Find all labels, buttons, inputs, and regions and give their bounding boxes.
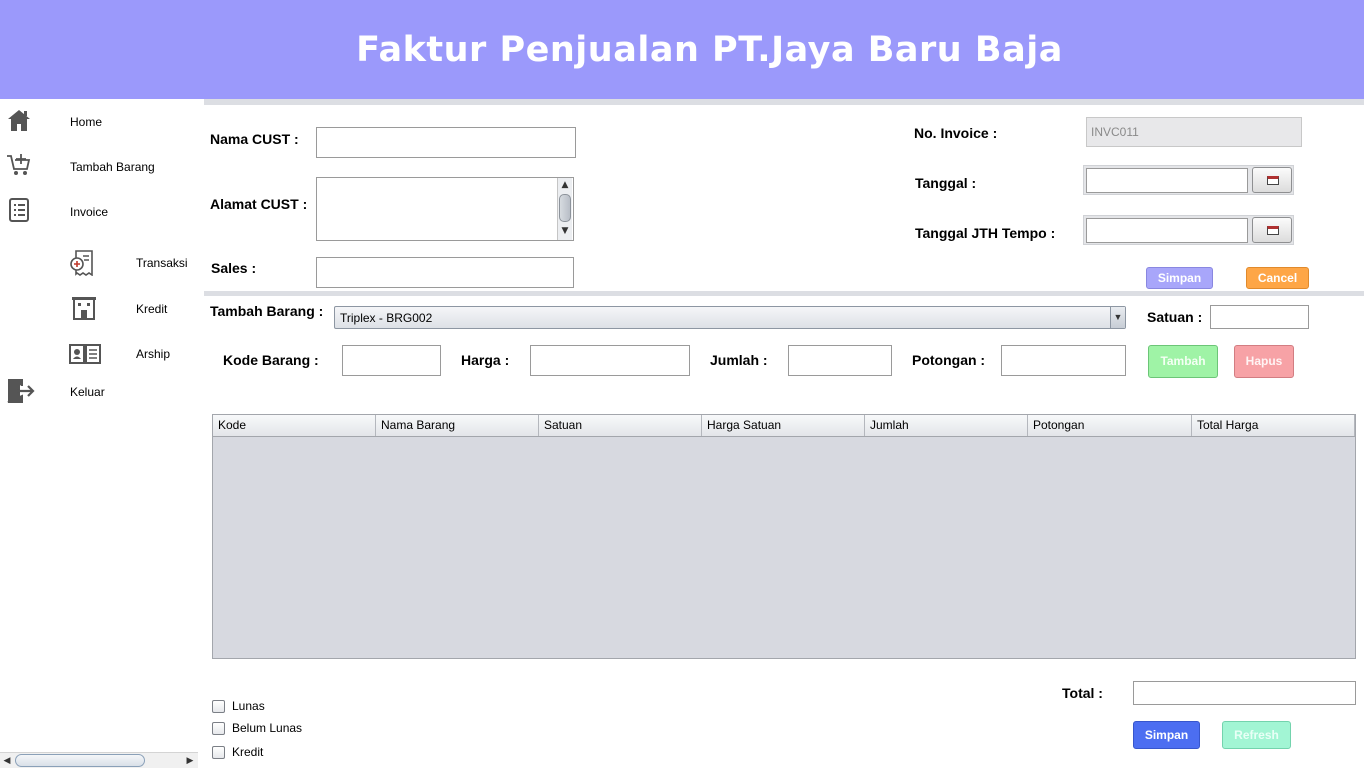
sidebar-item-label: Home <box>70 115 103 129</box>
total-field[interactable] <box>1133 681 1356 705</box>
sidebar-item-arship[interactable]: Arship <box>60 339 200 369</box>
sidebar-item-invoice[interactable]: Invoice <box>0 195 200 225</box>
table-header: Kode Nama Barang Satuan Harga Satuan Jum… <box>213 415 1355 437</box>
sidebar: Home Tambah Barang Invoice Transaksi Kre… <box>0 99 204 768</box>
sidebar-item-label: Tambah Barang <box>70 160 155 174</box>
column-header-harga-satuan[interactable]: Harga Satuan <box>702 415 865 436</box>
tanggal-jth-tempo-calendar-button[interactable] <box>1252 217 1292 243</box>
hapus-button[interactable]: Hapus <box>1234 345 1294 378</box>
sidebar-item-label: Transaksi <box>136 256 188 270</box>
no-invoice-label: No. Invoice : <box>914 125 998 141</box>
belum-lunas-checkbox-label: Belum Lunas <box>232 721 303 735</box>
sidebar-item-label: Keluar <box>70 385 105 399</box>
column-header-satuan[interactable]: Satuan <box>539 415 702 436</box>
sidebar-item-transaksi[interactable]: Transaksi <box>60 248 200 280</box>
middle-separator <box>204 291 1364 296</box>
scroll-right-icon[interactable]: ▶ <box>183 754 197 768</box>
total-label: Total : <box>1062 685 1103 701</box>
items-table[interactable]: Kode Nama Barang Satuan Harga Satuan Jum… <box>212 414 1356 659</box>
jumlah-label: Jumlah : <box>710 352 768 368</box>
kode-barang-label: Kode Barang : <box>223 352 319 368</box>
scroll-down-icon[interactable]: ▼ <box>558 225 572 238</box>
satuan-field[interactable] <box>1210 305 1309 329</box>
sidebar-item-keluar[interactable]: Keluar <box>0 377 200 407</box>
sidebar-item-label: Kredit <box>136 302 168 316</box>
cancel-button[interactable]: Cancel <box>1246 267 1309 289</box>
nama-cust-field[interactable] <box>316 127 576 158</box>
page-title: Faktur Penjualan PT.Jaya Baru Baja <box>356 30 1063 70</box>
building-icon <box>72 297 96 320</box>
sidebar-item-label: Arship <box>136 347 171 361</box>
sales-field[interactable] <box>316 257 574 288</box>
no-invoice-field <box>1086 117 1302 147</box>
tanggal-jth-tempo-field[interactable] <box>1086 218 1248 243</box>
alamat-cust-field[interactable] <box>316 177 574 241</box>
logout-icon <box>7 379 35 403</box>
checkbox-box[interactable] <box>212 722 225 735</box>
jumlah-field[interactable] <box>788 345 892 376</box>
kode-barang-field[interactable] <box>342 345 441 376</box>
chevron-down-icon: ▼ <box>1110 307 1125 328</box>
refresh-button[interactable]: Refresh <box>1222 721 1291 749</box>
nama-cust-label: Nama CUST : <box>210 131 299 147</box>
harga-field[interactable] <box>530 345 690 376</box>
cart-plus-icon <box>7 154 31 175</box>
receipt-icon <box>70 250 93 276</box>
sales-label: Sales : <box>211 260 257 276</box>
app-header: Faktur Penjualan PT.Jaya Baru Baja <box>0 0 1364 99</box>
sidebar-horizontal-scrollbar[interactable]: ◀ ▶ <box>0 752 198 768</box>
tanggal-label: Tanggal : <box>915 175 977 191</box>
scrollbar-thumb[interactable] <box>15 754 145 767</box>
tambah-barang-select[interactable]: Triplex - BRG002 ▼ <box>334 306 1126 329</box>
calendar-icon <box>1267 226 1279 235</box>
satuan-label: Satuan : <box>1147 309 1203 325</box>
calendar-icon <box>1267 176 1279 185</box>
scroll-up-icon[interactable]: ▲ <box>558 179 572 192</box>
column-header-total-harga[interactable]: Total Harga <box>1192 415 1355 436</box>
checkbox-box[interactable] <box>212 700 225 713</box>
tambah-barang-label: Tambah Barang : <box>210 303 324 319</box>
scrollbar-thumb[interactable] <box>559 194 571 222</box>
tambah-barang-selected-value: Triplex - BRG002 <box>340 311 433 325</box>
column-header-kode[interactable]: Kode <box>213 415 376 436</box>
sidebar-item-tambah-barang[interactable]: Tambah Barang <box>0 150 200 180</box>
column-header-nama-barang[interactable]: Nama Barang <box>376 415 539 436</box>
tanggal-date-picker <box>1083 165 1294 195</box>
tanggal-calendar-button[interactable] <box>1252 167 1292 193</box>
lunas-checkbox-label: Lunas <box>232 699 265 713</box>
simpan-header-button[interactable]: Simpan <box>1146 267 1213 289</box>
sidebar-item-home[interactable]: Home <box>0 105 200 135</box>
harga-label: Harga : <box>461 352 510 368</box>
alamat-cust-label: Alamat CUST : <box>210 196 308 212</box>
sidebar-item-label: Invoice <box>70 205 109 219</box>
tanggal-jth-tempo-label: Tanggal JTH Tempo : <box>915 225 1056 241</box>
simpan-button[interactable]: Simpan <box>1133 721 1200 749</box>
tanggal-field[interactable] <box>1086 168 1248 193</box>
column-header-potongan[interactable]: Potongan <box>1028 415 1192 436</box>
top-separator <box>204 99 1364 105</box>
checkbox-box[interactable] <box>212 746 225 759</box>
potongan-label: Potongan : <box>912 352 986 368</box>
tambah-button[interactable]: Tambah <box>1148 345 1218 378</box>
alamat-scrollbar[interactable]: ▲ ▼ <box>557 178 572 240</box>
open-book-icon <box>69 344 101 364</box>
scroll-left-icon[interactable]: ◀ <box>0 754 14 768</box>
tanggal-jth-tempo-date-picker <box>1083 215 1294 245</box>
sidebar-item-kredit[interactable]: Kredit <box>60 294 200 324</box>
column-header-jumlah[interactable]: Jumlah <box>865 415 1028 436</box>
kredit-checkbox-label: Kredit <box>232 745 264 759</box>
home-icon <box>8 110 30 131</box>
invoice-list-icon <box>9 198 29 222</box>
potongan-field[interactable] <box>1001 345 1126 376</box>
